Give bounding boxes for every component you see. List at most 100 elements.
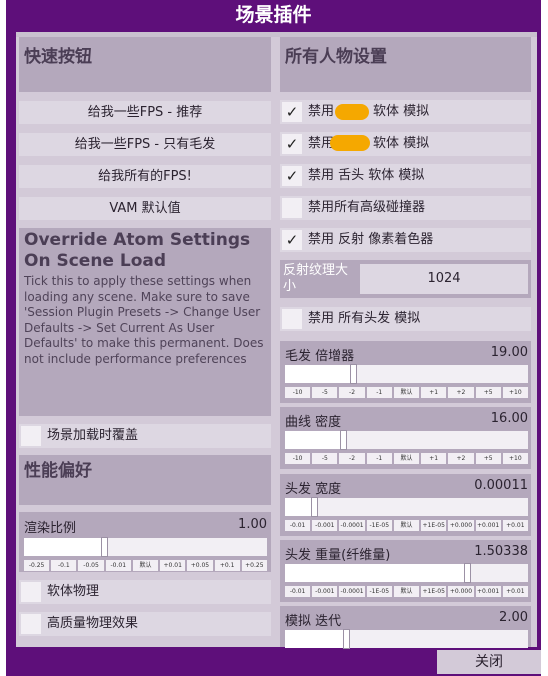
disable-tongue-softbody-toggle[interactable]: ✓ 禁用 舌头 软体 模拟 [280,164,531,188]
soft-physics-toggle[interactable]: 软体物理 [19,580,271,604]
reflection-size-select[interactable]: 1024 [360,264,528,294]
slider-track[interactable] [285,563,528,583]
step-button[interactable]: -10 [285,453,311,464]
hq-physics-checkbox[interactable] [21,614,41,634]
step-button[interactable]: +0.01 [160,560,186,571]
slider-track[interactable] [285,430,528,450]
step-button[interactable]: +5 [475,453,501,464]
slider-label: 曲线 密度 [285,415,342,430]
step-button[interactable]: +0.05 [187,560,213,571]
step-button[interactable]: -1 [366,387,392,398]
disable-colliders-toggle[interactable]: 禁用所有高级碰撞器 [280,196,531,220]
disable-all-hair-checkbox[interactable] [282,309,302,329]
step-button[interactable]: +2 [448,453,474,464]
step-button[interactable]: -0.01 [285,586,311,597]
step-button[interactable]: +0.1 [214,560,240,571]
step-button[interactable]: -0.01 [285,520,311,531]
step-button[interactable]: -2 [339,453,365,464]
step-button[interactable]: -5 [312,387,338,398]
disable-softbody-2-checkbox[interactable]: ✓ [282,134,302,154]
disable-softbody-1-checkbox[interactable]: ✓ [282,102,302,122]
step-button[interactable]: -0.1 [51,560,77,571]
step-button[interactable]: +0.01 [502,586,528,597]
step-button[interactable]: -5 [312,453,338,464]
step-button[interactable]: -1E-05 [366,586,392,597]
slider-thumb[interactable] [350,364,358,384]
step-button[interactable]: -0.001 [312,586,338,597]
fps-all-button[interactable]: 给我所有的FPS! [19,165,271,188]
disable-tongue-checkbox[interactable]: ✓ [282,166,302,186]
step-button[interactable]: +1 [421,387,447,398]
redaction-mark [330,135,370,151]
hq-physics-toggle[interactable]: 高质量物理效果 [19,612,271,636]
slider-value: 19.00 [490,345,528,360]
disable-reflection-shader-toggle[interactable]: ✓ 禁用 反射 像素着色器 [280,228,531,252]
performance-title: 性能偏好 [24,461,92,481]
fps-recommended-button[interactable]: 给我一些FPS - 推荐 [19,101,271,124]
disable-softbody-2-toggle[interactable]: ✓ 禁用 软体 模拟 [280,132,531,156]
step-button[interactable]: +2 [448,387,474,398]
slider-label: 头发 重量(纤维量) [285,548,391,563]
step-button[interactable]: +0.25 [241,560,267,571]
step-button[interactable]: 默认 [393,520,420,531]
step-button[interactable]: +0.001 [475,520,501,531]
step-button[interactable]: +10 [502,453,528,464]
slider-thumb[interactable] [311,497,319,517]
step-button[interactable]: +0.01 [502,520,528,531]
slider-label: 模拟 迭代 [285,614,342,629]
window-title: 场景插件 [235,4,312,26]
slider-track[interactable] [285,364,528,384]
step-button[interactable]: +5 [475,387,501,398]
step-button[interactable]: 默认 [132,560,159,571]
vam-default-button[interactable]: VAM 默认值 [19,197,271,220]
soft-physics-checkbox[interactable] [21,582,41,602]
step-button[interactable]: +0.000 [448,520,474,531]
step-button[interactable]: 默认 [393,387,420,398]
slider-step-buttons: -10 -5 -2 -1 默认 +1 +2 +5 +10 [285,453,528,464]
disable-reflection-checkbox[interactable]: ✓ [282,230,302,250]
slider-label: 毛发 倍增器 [285,349,355,364]
slider-value: 0.00011 [474,478,528,493]
step-button[interactable]: -0.0001 [339,586,365,597]
disable-all-hair-toggle[interactable]: 禁用 所有头发 模拟 [280,307,531,331]
step-button[interactable]: +10 [502,387,528,398]
step-button[interactable]: -0.01 [105,560,131,571]
slider-track[interactable] [285,497,528,517]
slider-value: 16.00 [490,411,528,426]
step-button[interactable]: -2 [339,387,365,398]
step-button[interactable]: +1 [421,453,447,464]
step-button[interactable]: +0.000 [448,586,474,597]
slider-thumb[interactable] [342,629,350,649]
step-button[interactable]: 默认 [393,453,420,464]
render-scale-label: 渲染比例 [24,521,77,536]
step-button[interactable]: -0.0001 [339,520,365,531]
render-scale-thumb[interactable] [101,537,109,557]
slider-thumb[interactable] [340,430,348,450]
override-title: Override Atom Settings On Scene Load [24,230,251,271]
step-button[interactable]: +1E-05 [421,586,447,597]
override-toggle[interactable]: 场景加载时覆盖 [19,424,271,448]
slider-label: 头发 宽度 [285,482,342,497]
step-button[interactable]: -1E-05 [366,520,392,531]
disable-colliders-checkbox[interactable] [282,198,302,218]
step-button[interactable]: -0.001 [312,520,338,531]
slider-value: 1.50338 [474,544,528,559]
fps-hair-only-button[interactable]: 给我一些FPS - 只有毛发 [19,133,271,156]
override-checkbox[interactable] [21,426,41,446]
step-button[interactable]: 默认 [393,586,420,597]
slider-step-buttons: -0.01 -0.001 -0.0001 -1E-05 默认 +1E-05 +0.000 +0… [285,586,528,597]
slider-track[interactable] [285,629,528,649]
step-button[interactable]: +1E-05 [421,520,447,531]
close-button[interactable]: 关闭 [437,650,541,674]
slider-thumb[interactable] [464,563,472,583]
render-scale-track[interactable] [24,537,267,557]
render-scale-step-buttons: -0.25 -0.1 -0.05 -0.01 默认 +0.01 +0.05 +0.1 +0.25 [24,560,267,571]
step-button[interactable]: -10 [285,387,311,398]
step-button[interactable]: +0.001 [475,586,501,597]
step-button[interactable]: -0.05 [78,560,104,571]
step-button[interactable]: -0.25 [24,560,50,571]
step-button[interactable]: -1 [366,453,392,464]
slider-value: 2.00 [499,610,528,625]
disable-softbody-1-toggle[interactable]: ✓ 禁用 软体 模拟 [280,100,531,124]
slider-step-buttons: -10 -5 -2 -1 默认 +1 +2 +5 +10 [285,387,528,398]
